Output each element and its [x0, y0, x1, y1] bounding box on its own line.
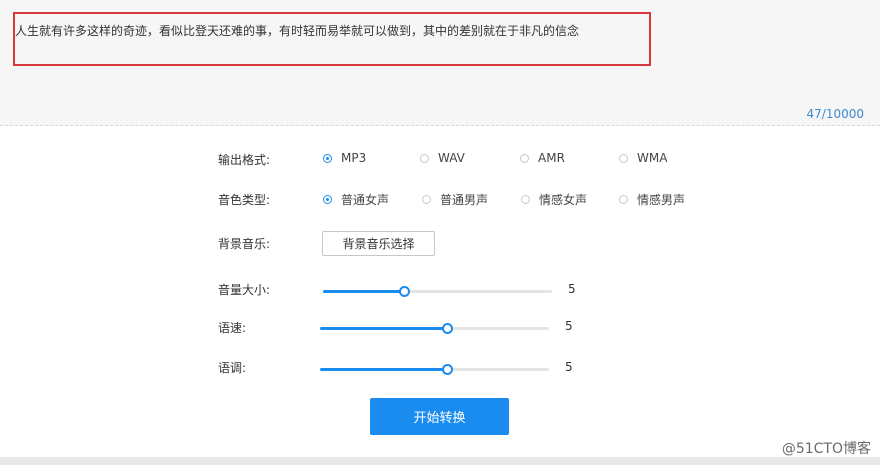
radio-unchecked-icon [422, 195, 431, 204]
volume-value: 5 [568, 282, 576, 296]
volume-label: 音量大小: [218, 283, 271, 297]
bottom-bar [0, 457, 880, 465]
speed-label: 语速: [218, 321, 247, 335]
pitch-value: 5 [565, 360, 573, 374]
voice-type-label: 音色类型: [218, 193, 271, 207]
volume-slider[interactable] [323, 286, 552, 297]
format-radio-wma[interactable]: WMA [619, 151, 667, 165]
format-radio-amr[interactable]: AMR [520, 151, 565, 165]
format-option-label: MP3 [341, 151, 367, 165]
volume-slider-handle[interactable] [399, 286, 411, 297]
voice-option-label: 情感男声 [637, 193, 686, 207]
voice-radio-female[interactable]: 普通女声 [323, 191, 389, 208]
watermark: @51CTO博客 [781, 441, 871, 457]
bg-music-select-button[interactable]: 背景音乐选择 [322, 231, 435, 256]
radio-unchecked-icon [521, 195, 530, 204]
voice-radio-emotional-male[interactable]: 情感男声 [619, 191, 685, 208]
radio-unchecked-icon [420, 153, 429, 163]
volume-slider-fill [323, 290, 406, 293]
radio-checked-icon [323, 195, 332, 204]
voice-radio-male[interactable]: 普通男声 [422, 191, 488, 208]
char-count: 47/10000 [806, 107, 865, 121]
voice-option-label: 情感女声 [539, 193, 588, 207]
pitch-slider[interactable] [320, 364, 549, 375]
radio-unchecked-icon [619, 195, 628, 204]
format-option-label: WMA [637, 151, 668, 165]
radio-unchecked-icon [520, 153, 529, 163]
pitch-slider-fill [320, 368, 449, 371]
start-convert-button[interactable]: 开始转换 [370, 398, 509, 435]
bg-music-label: 背景音乐: [218, 237, 271, 251]
speed-slider-handle[interactable] [442, 323, 454, 334]
voice-radio-emotional-female[interactable]: 情感女声 [521, 191, 587, 208]
radio-checked-icon [323, 153, 332, 163]
radio-unchecked-icon [619, 153, 628, 163]
format-option-label: WAV [438, 151, 465, 165]
voice-option-label: 普通男声 [440, 193, 489, 207]
pitch-slider-handle[interactable] [442, 364, 454, 375]
output-format-label: 输出格式: [218, 153, 271, 167]
format-radio-wav[interactable]: WAV [420, 151, 465, 165]
format-option-label: AMR [538, 151, 565, 165]
speed-slider-fill [320, 327, 449, 330]
pitch-label: 语调: [218, 361, 247, 375]
format-radio-mp3[interactable]: MP3 [323, 151, 366, 165]
voice-option-label: 普通女声 [341, 193, 390, 207]
speed-slider[interactable] [320, 323, 549, 334]
speed-value: 5 [565, 319, 573, 333]
highlight-annotation-box [13, 12, 651, 66]
